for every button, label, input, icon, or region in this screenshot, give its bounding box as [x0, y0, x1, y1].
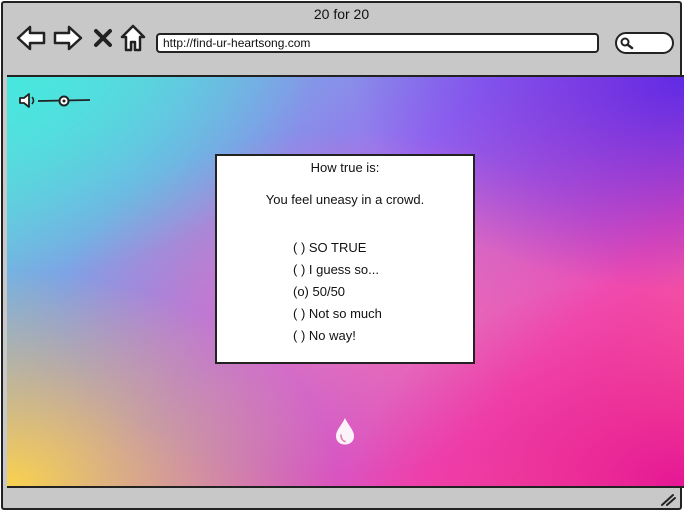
search-icon[interactable] [620, 37, 634, 50]
water-drop-icon [336, 418, 354, 445]
speaker-icon [19, 93, 35, 108]
window-title: 20 for 20 [313, 6, 370, 22]
search-input[interactable] [615, 32, 674, 54]
resize-grip-icon[interactable] [660, 492, 676, 506]
option-so-true[interactable]: ( ) SO TRUE [293, 239, 382, 261]
quiz-question: You feel uneasy in a crowd. [265, 192, 425, 207]
option-not-so-much[interactable]: ( ) Not so much [293, 305, 382, 327]
option-i-guess-so[interactable]: ( ) I guess so... [293, 261, 382, 283]
url-bar[interactable]: http://find-ur-heartsong.com [156, 33, 599, 53]
arrow-right-icon[interactable] [53, 25, 83, 51]
option-50-50[interactable]: (o) 50/50 [293, 283, 382, 305]
answer-options: ( ) SO TRUE ( ) I guess so... (o) 50/50 … [293, 239, 382, 349]
quiz-dialog: How true is: You feel uneasy in a crowd.… [215, 154, 475, 364]
page-content: How true is: You feel uneasy in a crowd.… [7, 75, 684, 488]
home-icon[interactable] [120, 24, 146, 52]
arrow-left-icon[interactable] [16, 25, 46, 51]
browser-window: 20 for 20 http://find-ur-heartsong.com H… [1, 1, 684, 510]
option-no-way[interactable]: ( ) No way! [293, 327, 382, 349]
volume-slider[interactable] [19, 91, 91, 111]
quiz-heading: How true is: [310, 160, 380, 175]
close-icon[interactable] [93, 28, 113, 48]
